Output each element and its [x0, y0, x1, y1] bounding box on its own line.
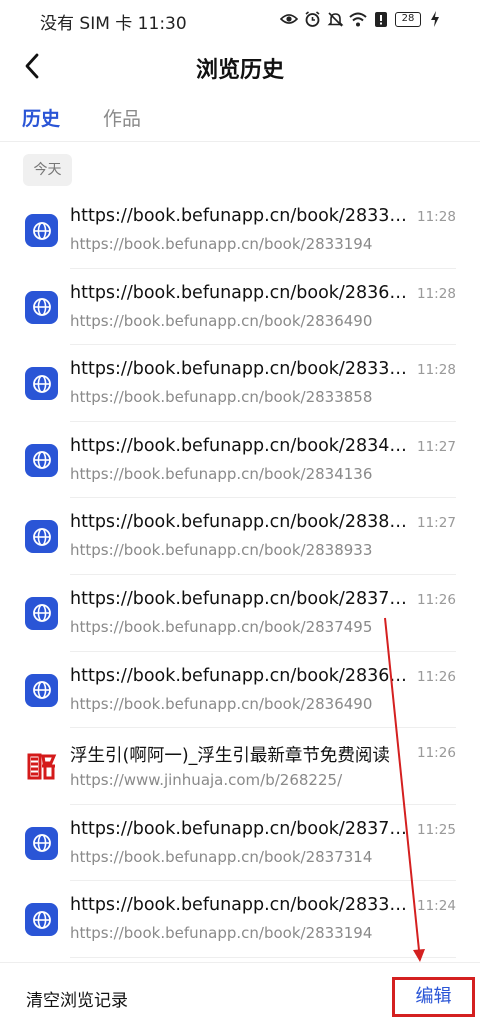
- date-group-label: 今天: [23, 154, 72, 186]
- history-item-title: https://book.befunapp.cn/book/2834136: [70, 435, 412, 456]
- status-bar: 没有 SIM 卡 11:30 28: [0, 0, 480, 38]
- history-item-title: https://book.befunapp.cn/book/2836490: [70, 665, 412, 686]
- history-item-url: https://book.befunapp.cn/book/2838933: [70, 541, 373, 560]
- history-item-time: 11:26: [417, 591, 456, 608]
- alert-icon: [372, 10, 390, 28]
- globe-icon: [25, 290, 58, 324]
- globe-icon: [25, 520, 58, 554]
- history-item[interactable]: https://book.befunapp.cn/book/2836490 11:…: [0, 652, 480, 729]
- history-list: https://book.befunapp.cn/book/2833194 11:…: [0, 192, 480, 958]
- battery-icon: 28: [395, 11, 421, 27]
- history-item-time: 11:24: [417, 898, 456, 915]
- history-item-url: https://book.befunapp.cn/book/2833858: [70, 388, 373, 407]
- history-item-time: 11:28: [417, 362, 456, 379]
- history-item[interactable]: https://book.befunapp.cn/book/2836490 11:…: [0, 269, 480, 346]
- tab-bar: 历史 作品: [0, 98, 480, 138]
- bottom-bar: 清空浏览记录 编辑: [0, 962, 480, 1027]
- header: 浏览历史: [0, 38, 480, 94]
- mute-icon: [326, 10, 344, 28]
- history-item[interactable]: https://book.befunapp.cn/book/2838933 11:…: [0, 498, 480, 575]
- history-item-title: https://book.befunapp.cn/book/2837495: [70, 588, 412, 609]
- history-item-title: https://book.befunapp.cn/book/2833194: [70, 206, 412, 226]
- history-item-url: https://book.befunapp.cn/book/2837314: [70, 847, 373, 866]
- history-item-time: 11:25: [417, 821, 456, 838]
- tab-history[interactable]: 历史: [22, 104, 60, 131]
- status-icons: 28: [280, 9, 444, 29]
- history-item[interactable]: https://book.befunapp.cn/book/2834136 11:…: [0, 422, 480, 499]
- history-item[interactable]: https://book.befunapp.cn/book/2833194 11:…: [0, 881, 480, 958]
- history-item-url: https://book.befunapp.cn/book/2836490: [70, 311, 373, 330]
- row-divider: [70, 956, 456, 958]
- globe-icon: [25, 903, 58, 937]
- history-item-title: 浮生引(啊阿一)_浮生引最新章节免费阅读: [70, 746, 390, 767]
- history-item-title: https://book.befunapp.cn/book/2836490: [70, 282, 412, 303]
- history-item-url: https://book.befunapp.cn/book/2836490: [70, 694, 373, 713]
- history-item-time: 11:26: [417, 668, 456, 685]
- history-item-title: https://book.befunapp.cn/book/2838933: [70, 512, 412, 533]
- history-item[interactable]: 浮生引(啊阿一)_浮生引最新章节免费阅读 11:26 https://www.jin…: [0, 728, 480, 805]
- globe-icon: [25, 367, 58, 401]
- eye-icon: [280, 10, 298, 28]
- history-item-title: https://book.befunapp.cn/book/2837314: [70, 818, 412, 839]
- history-item-url: https://book.befunapp.cn/book/2833194: [70, 235, 373, 253]
- history-item-url: https://book.befunapp.cn/book/2833194: [70, 924, 373, 943]
- history-item-time: 11:27: [417, 515, 456, 532]
- page-title: 浏览历史: [195, 58, 284, 83]
- globe-icon: [25, 826, 58, 860]
- history-item-title: https://book.befunapp.cn/book/2833858: [70, 359, 412, 380]
- globe-icon: [25, 596, 58, 630]
- history-item-time: 11:28: [417, 209, 456, 225]
- history-item-time: 11:26: [417, 745, 456, 762]
- carrier-time: 没有 SIM 卡 11:30: [40, 14, 187, 34]
- history-item[interactable]: https://book.befunapp.cn/book/2833194 11:…: [0, 192, 480, 269]
- history-item-title: https://book.befunapp.cn/book/2833194: [70, 895, 412, 916]
- globe-icon: [25, 673, 58, 707]
- globe-icon: [25, 214, 58, 247]
- tab-works[interactable]: 作品: [103, 104, 141, 131]
- history-item-url: https://book.befunapp.cn/book/2834136: [70, 464, 373, 483]
- history-item-time: 11:28: [417, 285, 456, 302]
- history-item[interactable]: https://book.befunapp.cn/book/2837495 11:…: [0, 575, 480, 652]
- clear-history-button[interactable]: 清空浏览记录: [26, 986, 128, 1011]
- globe-icon: [25, 443, 58, 477]
- alarm-icon: [303, 10, 321, 28]
- history-item-url: https://www.jinhuaja.com/b/268225/: [70, 771, 343, 790]
- divider: [0, 141, 480, 142]
- charging-icon: [426, 10, 444, 28]
- history-item[interactable]: https://book.befunapp.cn/book/2837314 11:…: [0, 805, 480, 882]
- history-item[interactable]: https://book.befunapp.cn/book/2833858 11:…: [0, 345, 480, 422]
- site-logo-icon: [25, 750, 58, 784]
- edit-button[interactable]: 编辑: [392, 977, 475, 1017]
- history-item-time: 11:27: [417, 438, 456, 455]
- history-item-url: https://book.befunapp.cn/book/2837495: [70, 617, 373, 636]
- wifi-icon: [349, 10, 367, 28]
